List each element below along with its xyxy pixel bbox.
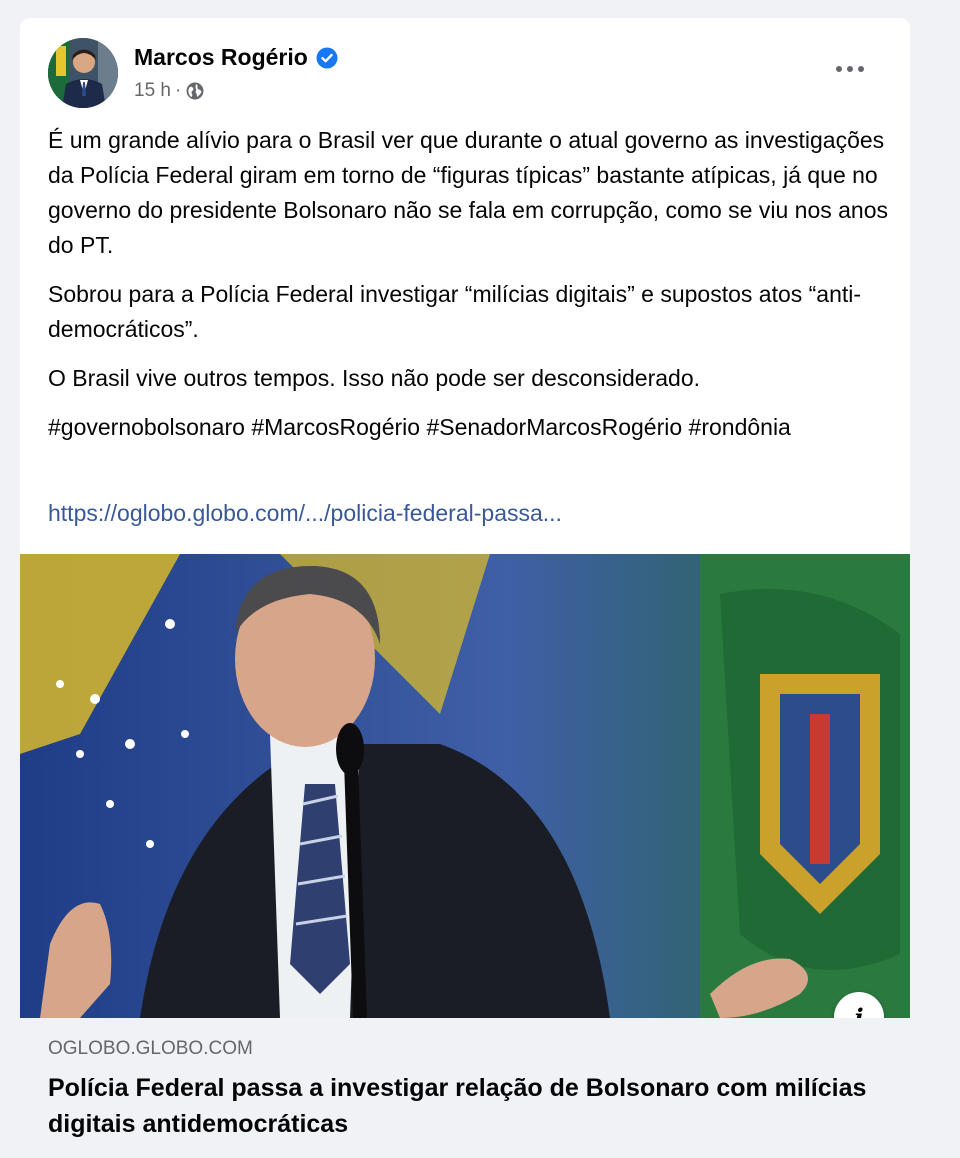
post-paragraph: O Brasil vive outros tempos. Isso não po… — [48, 365, 701, 391]
post-paragraph: Sobrou para a Polícia Federal investigar… — [48, 281, 862, 342]
post-timestamp[interactable]: 15 h — [134, 80, 171, 102]
post-meta: 15 h · — [134, 80, 205, 102]
author-link[interactable]: Marcos Rogério — [134, 44, 338, 71]
link-preview-details[interactable]: OGLOBO.GLOBO.COM Polícia Federal passa a… — [20, 1018, 910, 1158]
link-preview-image[interactable]: i — [20, 554, 910, 1042]
link-domain: OGLOBO.GLOBO.COM — [48, 1038, 253, 1059]
more-options-icon-dot — [858, 66, 864, 72]
meta-separator: · — [174, 80, 182, 101]
globe-icon[interactable] — [185, 81, 205, 101]
preview-photo — [20, 554, 910, 1018]
author-avatar[interactable] — [48, 38, 118, 108]
post-card: Marcos Rogério 15 h · É um grande alívio… — [20, 18, 910, 1158]
more-options-button[interactable] — [830, 54, 870, 84]
link-title[interactable]: Polícia Federal passa a investigar relaç… — [48, 1070, 888, 1142]
avatar-image — [48, 38, 118, 108]
post-hashtags[interactable]: #governobolsonaro #MarcosRogério #Senado… — [48, 410, 888, 445]
more-options-icon-dot — [847, 66, 853, 72]
post-header: Marcos Rogério 15 h · — [20, 18, 910, 118]
post-message: É um grande alívio para o Brasil ver que… — [48, 123, 888, 459]
more-options-icon-dot — [836, 66, 842, 72]
post-paragraph: É um grande alívio para o Brasil ver que… — [48, 127, 889, 258]
post-link[interactable]: https://oglobo.globo.com/.../policia-fed… — [48, 500, 562, 527]
author-name[interactable]: Marcos Rogério — [134, 44, 308, 71]
verified-badge-icon — [316, 47, 338, 69]
